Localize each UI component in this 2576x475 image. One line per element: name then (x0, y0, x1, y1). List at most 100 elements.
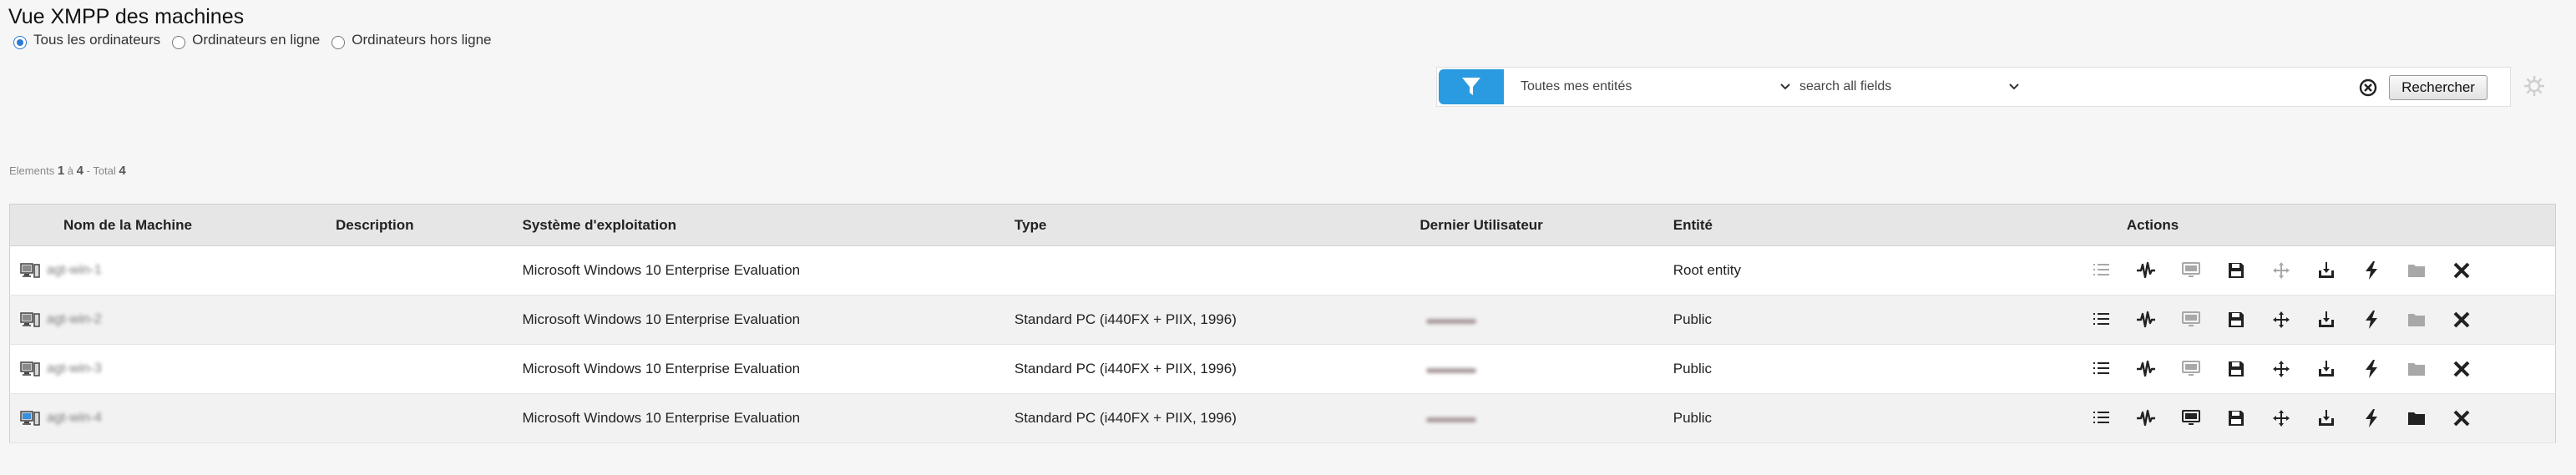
move-action-button[interactable] (2259, 303, 2304, 336)
monitor-action-button[interactable] (2169, 303, 2214, 336)
last-user-redacted (1426, 319, 1477, 324)
machine-name[interactable]: agt-win-3 (47, 361, 102, 376)
pulse-action-button[interactable] (2123, 303, 2169, 336)
lightning-action-button[interactable] (2349, 303, 2394, 336)
col-header-description[interactable]: Description (336, 204, 523, 246)
floppy-action-button[interactable] (2214, 402, 2259, 435)
table-row[interactable]: agt-win-4 Microsoft Windows 10 Enterpris… (9, 393, 2556, 443)
radio-button[interactable] (331, 36, 346, 49)
pulse-icon (2136, 409, 2155, 427)
machine-name[interactable]: agt-win-4 (47, 411, 102, 426)
cell-description (336, 245, 523, 296)
page-title: Vue XMPP des machines (8, 5, 245, 28)
download-action-button[interactable] (2304, 254, 2349, 287)
table-row[interactable]: agt-win-3 Microsoft Windows 10 Enterpris… (9, 344, 2556, 394)
delete-icon (2453, 410, 2470, 427)
download-action-button[interactable] (2304, 352, 2349, 386)
delete-icon (2453, 262, 2470, 279)
col-header-actions: Actions (2069, 204, 2556, 246)
field-select[interactable]: search all fields (1799, 69, 2025, 104)
col-header-os[interactable]: Système d'exploitation (522, 204, 1015, 246)
list-icon (2093, 412, 2109, 423)
pulse-icon (2136, 360, 2155, 377)
entity-select[interactable]: Toutes mes entités (1521, 69, 1796, 104)
col-header-entity[interactable]: Entité (1673, 204, 2070, 246)
move-action-button[interactable] (2259, 402, 2304, 435)
download-action-button[interactable] (2304, 303, 2349, 336)
delete-action-button[interactable] (2439, 254, 2484, 287)
filter-toggle-button[interactable] (1439, 69, 1504, 104)
cell-actions (2069, 295, 2556, 345)
gear-icon[interactable] (2522, 73, 2547, 99)
table-row[interactable]: agt-win-1 Microsoft Windows 10 Enterpris… (9, 245, 2556, 296)
radio-all-computers[interactable]: Tous les ordinateurs (13, 32, 160, 49)
search-input[interactable] (2032, 69, 2394, 106)
lightning-action-button[interactable] (2349, 254, 2394, 287)
machine-name[interactable]: agt-win-2 (47, 312, 102, 327)
monitor-action-button[interactable] (2169, 254, 2214, 287)
col-header-last-user[interactable]: Dernier Utilisateur (1420, 204, 1673, 246)
cell-entity: Public (1673, 393, 2070, 443)
list-action-button[interactable] (2078, 254, 2123, 287)
pulse-action-button[interactable] (2123, 254, 2169, 287)
counter-sep: à (67, 164, 74, 177)
radio-label: Ordinateurs en ligne (192, 32, 321, 48)
search-button[interactable]: Rechercher (2389, 75, 2487, 100)
floppy-icon (2228, 411, 2244, 426)
floppy-action-button[interactable] (2214, 352, 2259, 386)
list-action-button[interactable] (2078, 352, 2123, 386)
list-action-button[interactable] (2078, 303, 2123, 336)
pulse-icon (2136, 261, 2155, 279)
move-action-button[interactable] (2259, 352, 2304, 386)
radio-offline-computers[interactable]: Ordinateurs hors ligne (331, 32, 492, 49)
cell-actions (2069, 344, 2556, 394)
delete-action-button[interactable] (2439, 303, 2484, 336)
field-select-value: search all fields (1799, 79, 1892, 93)
download-icon (2318, 262, 2334, 278)
move-icon (2272, 311, 2290, 328)
list-action-button[interactable] (2078, 402, 2123, 435)
radio-online-computers[interactable]: Ordinateurs en ligne (172, 32, 321, 49)
folder-action-button[interactable] (2394, 254, 2439, 287)
search-bar: Toutes mes entités search all fields Rec… (1436, 67, 2511, 107)
cell-os: Microsoft Windows 10 Enterprise Evaluati… (522, 295, 1015, 345)
delete-action-button[interactable] (2439, 352, 2484, 386)
radio-button[interactable] (13, 36, 27, 49)
cell-type: Standard PC (i440FX + PIIX, 1996) (1014, 344, 1420, 394)
lightning-icon (2365, 311, 2377, 329)
counter-prefix: Elements (9, 164, 55, 177)
move-icon (2272, 361, 2290, 377)
floppy-action-button[interactable] (2214, 254, 2259, 287)
move-action-button[interactable] (2259, 254, 2304, 287)
machine-name[interactable]: agt-win-1 (47, 263, 102, 278)
col-header-name[interactable]: Nom de la Machine (9, 204, 337, 246)
folder-action-button[interactable] (2394, 352, 2439, 386)
cell-os: Microsoft Windows 10 Enterprise Evaluati… (522, 344, 1015, 394)
lightning-action-button[interactable] (2349, 402, 2394, 435)
table-row[interactable]: agt-win-2 Microsoft Windows 10 Enterpris… (9, 295, 2556, 345)
counter-to: 4 (76, 164, 84, 178)
clear-search-icon[interactable] (2359, 78, 2377, 97)
radio-label: Ordinateurs hors ligne (352, 32, 492, 48)
move-icon (2272, 410, 2290, 427)
folder-action-button[interactable] (2394, 402, 2439, 435)
pulse-action-button[interactable] (2123, 352, 2169, 386)
monitor-action-button[interactable] (2169, 352, 2214, 386)
cell-last-user (1420, 344, 1673, 394)
cell-type: Standard PC (i440FX + PIIX, 1996) (1014, 295, 1420, 345)
delete-action-button[interactable] (2439, 402, 2484, 435)
radio-button[interactable] (172, 36, 186, 49)
folder-action-button[interactable] (2394, 303, 2439, 336)
floppy-action-button[interactable] (2214, 303, 2259, 336)
monitor-action-button[interactable] (2169, 402, 2214, 435)
download-action-button[interactable] (2304, 402, 2349, 435)
cell-name: agt-win-4 (9, 393, 337, 443)
pulse-action-button[interactable] (2123, 402, 2169, 435)
col-header-type[interactable]: Type (1014, 204, 1420, 246)
floppy-icon (2228, 361, 2244, 376)
list-icon (2093, 264, 2109, 275)
counter-total-label: - Total (86, 164, 116, 177)
cell-last-user (1420, 245, 1673, 296)
lightning-action-button[interactable] (2349, 352, 2394, 386)
cell-actions (2069, 245, 2556, 296)
